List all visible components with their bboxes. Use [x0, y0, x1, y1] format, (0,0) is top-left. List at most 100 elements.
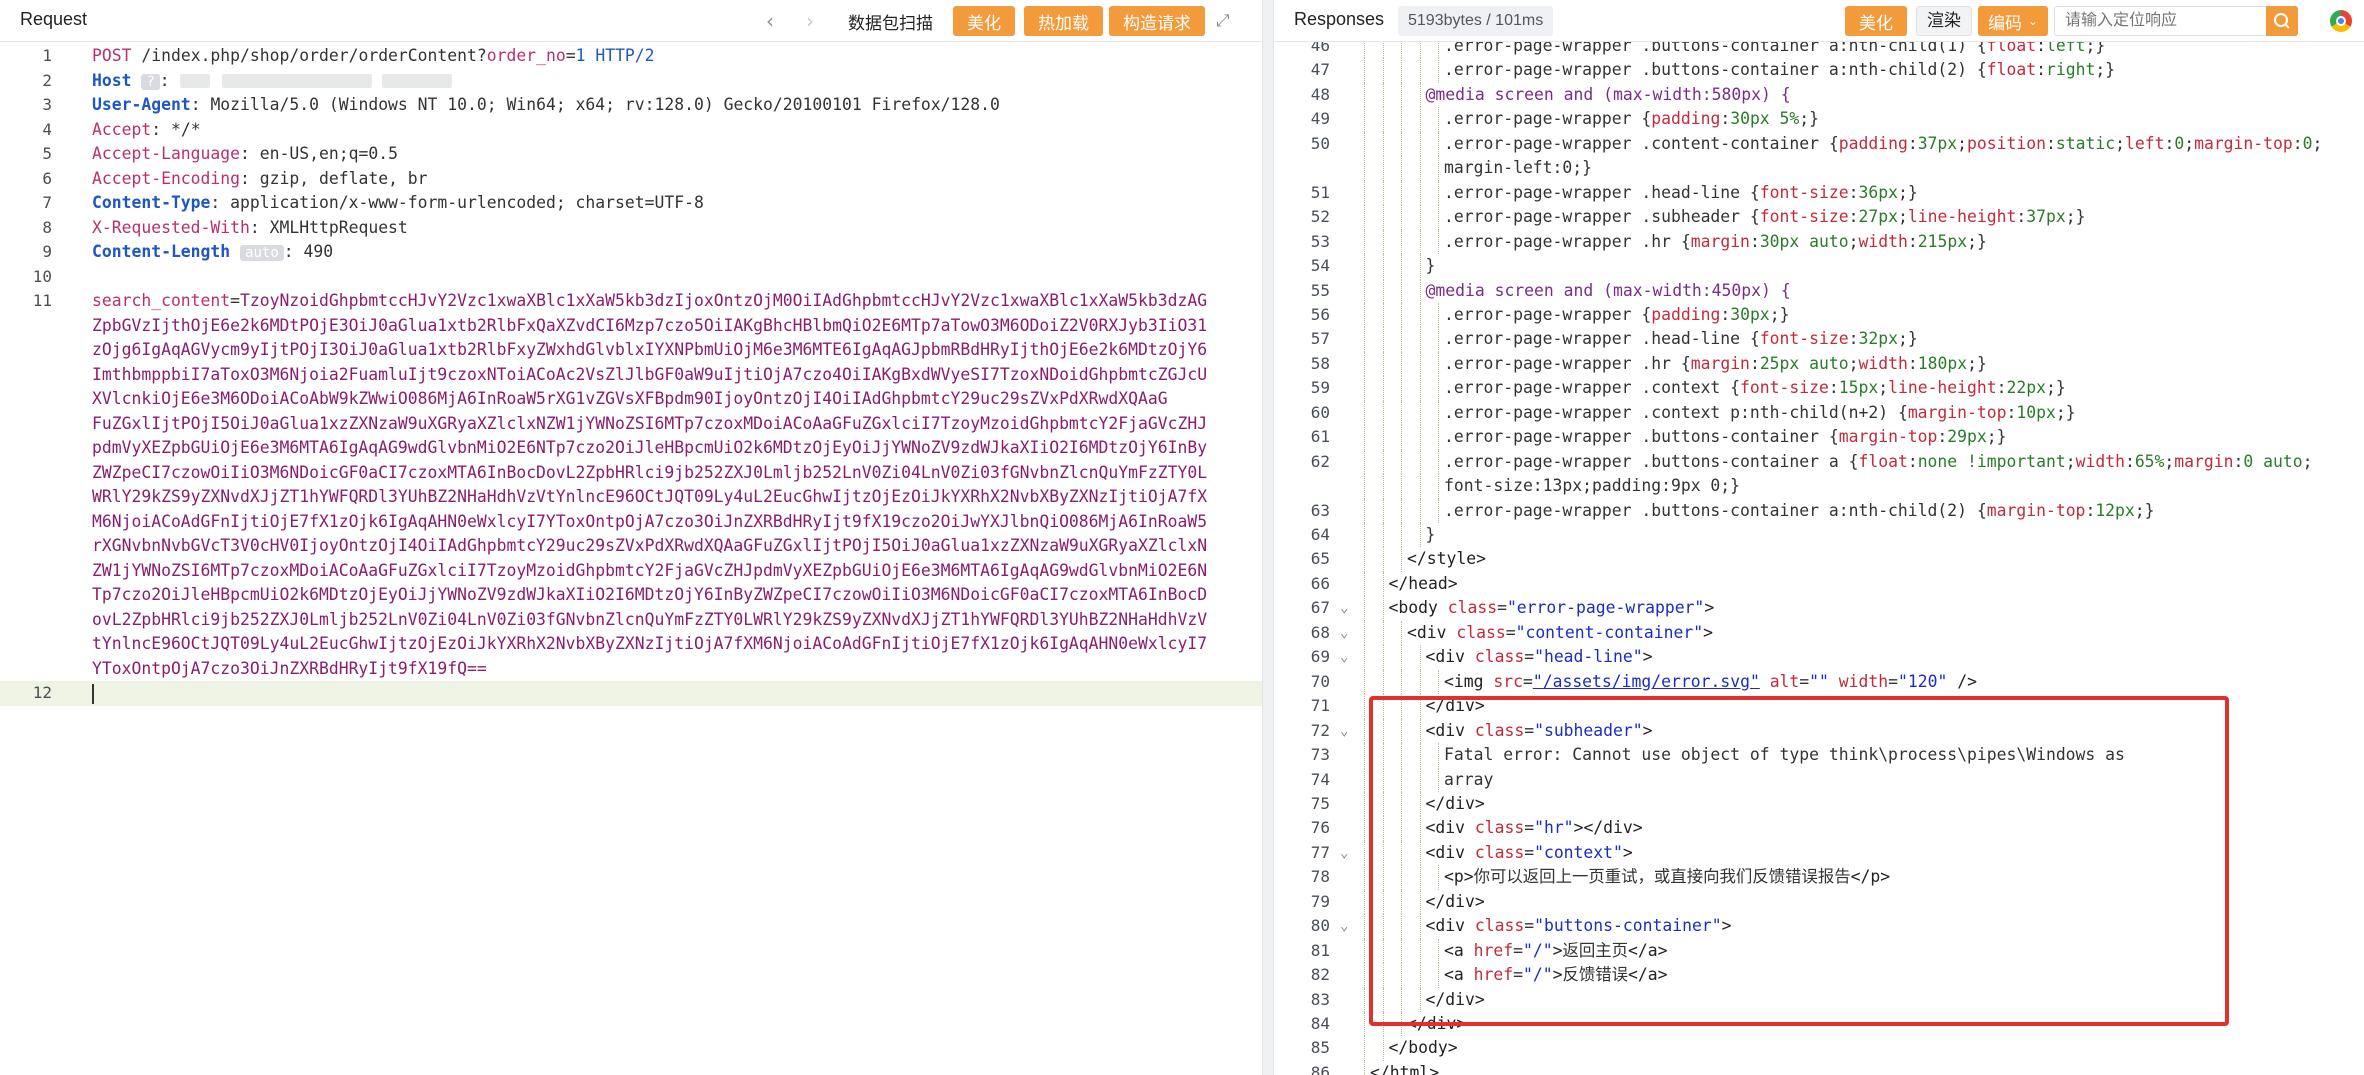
- request-editor[interactable]: 1 POST /index.php/shop/order/orderContent…: [0, 42, 1262, 1075]
- css-value: 0: [2174, 133, 2185, 153]
- body-param-value: tYnlncE96OCtJQT09Ly4uL2EucGhwIjtzOjEzOiJ…: [92, 634, 1208, 653]
- indent-guide: [1401, 58, 1402, 83]
- css-property: line-height: [1907, 207, 2017, 227]
- response-line: 51 .error-page-wrapper .head-line {font-s…: [1274, 180, 2364, 206]
- line-number: 9: [42, 242, 52, 261]
- indent-guide: [1364, 694, 1365, 719]
- css-value: 10px: [2016, 402, 2056, 422]
- response-toolbar: Responses 5193bytes / 101ms 美化 渲染 编码 ⌄: [1274, 0, 2364, 42]
- indent-guide: [1364, 229, 1365, 255]
- header-name: Host: [92, 70, 132, 90]
- html-tag-end: >: [1703, 622, 1713, 642]
- response-line: 54}: [1274, 254, 2364, 279]
- css-property: margin-top: [1838, 427, 1938, 447]
- render-button[interactable]: 渲染: [1916, 6, 1972, 36]
- request-line-wrap: XVlcnkiOjE6e3M6ODoiACoAbW9kZWwiO086MjA6I…: [0, 387, 1262, 412]
- css-declarations: {float:right;}: [1976, 60, 2116, 80]
- indent-guide: [1364, 1060, 1365, 1075]
- indent-guide: [1382, 523, 1384, 548]
- line-number: 66: [1310, 573, 1330, 593]
- response-line: 69 ⌄ <div class="head-line">: [1274, 645, 2364, 670]
- encode-dropdown[interactable]: 编码 ⌄: [1978, 6, 2049, 36]
- html-attr-value: "": [1809, 671, 1829, 691]
- indent-guide: [1419, 278, 1421, 303]
- indent-guide: [1438, 351, 1439, 377]
- line-code: .error-page-wrapper .head-line {font-siz…: [1444, 327, 1918, 352]
- indent-guide: [1364, 278, 1365, 303]
- line-number: 61: [1310, 427, 1330, 447]
- beautify-button[interactable]: 美化: [953, 6, 1015, 36]
- css-value: 30px 5%: [1730, 109, 1800, 129]
- response-editor[interactable]: 46 .error-page-wrapper .buttons-container…: [1274, 42, 2364, 1075]
- css-selector: .error-page-wrapper .buttons-container a…: [1444, 500, 1977, 520]
- indent-guide: [1382, 425, 1384, 450]
- response-beautify-button[interactable]: 美化: [1845, 6, 1907, 36]
- indent-guide: [1401, 376, 1402, 401]
- response-line: 56 .error-page-wrapper {padding:30px;}: [1274, 302, 2364, 328]
- css-value: 30px: [1730, 304, 1770, 324]
- line-number: 73: [1310, 745, 1330, 765]
- chrome-icon[interactable]: [2330, 10, 2352, 32]
- line-code: .error-page-wrapper .content-container {…: [1444, 132, 2322, 157]
- indent-guide: [1438, 302, 1439, 328]
- css-at-rule: @media screen and (max-width:450px) {: [1425, 280, 1791, 300]
- line-number: 79: [1310, 891, 1330, 911]
- hot-load-button[interactable]: 热加载: [1024, 6, 1103, 36]
- search-button[interactable]: [2266, 6, 2298, 36]
- css-value: 12px: [2095, 500, 2135, 520]
- indent-guide: [1382, 547, 1384, 572]
- request-line-wrap: zOjg6IgAqAGVycm9yIjtPOjI3OiJ0aGlua1xtb2R…: [0, 338, 1262, 363]
- indent-guide: [1438, 229, 1439, 255]
- text-content: [1446, 623, 1456, 642]
- css-selector: .error-page-wrapper .buttons-container a…: [1444, 42, 1977, 55]
- forward-arrow-icon[interactable]: ›: [806, 9, 814, 33]
- line-code: .error-page-wrapper {padding:30px 5%;}: [1444, 107, 1819, 132]
- indent-guide: [1364, 449, 1365, 475]
- indent-guide: [1382, 180, 1384, 206]
- line-number: 46: [1310, 42, 1330, 55]
- line-code: font-size:13px;padding:9px 0;}: [1444, 474, 1740, 499]
- indent-guide: [1364, 1012, 1365, 1037]
- indent-guide: [1382, 571, 1384, 597]
- header-name: Content-Type: [92, 193, 211, 212]
- text-content: [1438, 598, 1448, 617]
- css-property: width: [1858, 353, 1908, 373]
- response-line: margin-left:0;}: [1274, 156, 2364, 181]
- line-number: 81: [1310, 940, 1330, 960]
- indent-guide: [1419, 58, 1421, 83]
- css-selector: .error-page-wrapper .buttons-container a: [1444, 451, 1849, 471]
- line-code: .error-page-wrapper .head-line {font-siz…: [1444, 181, 1918, 206]
- css-selector: font-size:13px;padding:9px 0;}: [1444, 476, 1741, 496]
- expand-icon[interactable]: ⤢: [1216, 9, 1230, 33]
- line-code: .error-page-wrapper {padding:30px;}: [1444, 303, 1789, 328]
- indent-guide: [1364, 205, 1365, 230]
- request-line-wrap: M6NjoiACoAdGFnIjtiOjE7fX1zOjk6IgAqAHN0eW…: [0, 510, 1262, 535]
- indent-guide: [1364, 963, 1365, 988]
- css-selector: .error-page-wrapper .head-line: [1444, 329, 1750, 349]
- body-param-value: WRlY29kZS9yZXNvdXJjZT1hYWFQRDl3YUhBZ2NHa…: [92, 487, 1208, 506]
- pane-splitter[interactable]: [1262, 0, 1274, 1075]
- css-value: 27px: [1858, 207, 1898, 227]
- line-code: User-Agent: Mozilla/5.0 (Windows NT 10.0…: [92, 95, 1000, 114]
- line-code: @media screen and (max-width:450px) {: [1426, 279, 1791, 304]
- css-declarations: {font-size:15px;line-height:22px;}: [1730, 378, 2066, 398]
- packet-scan-button[interactable]: 数据包扫描: [848, 9, 933, 34]
- css-property: float: [1986, 60, 2037, 80]
- html-attr-name: class: [1456, 622, 1506, 642]
- html-tag: </head: [1388, 573, 1448, 593]
- html-tag: <div: [1425, 647, 1465, 667]
- locate-response-input[interactable]: [2054, 6, 2266, 36]
- indent-guide: [1382, 156, 1384, 181]
- line-code: Accept-Language: en-US,en;q=0.5: [92, 144, 398, 163]
- indent-guide: [1419, 474, 1421, 499]
- css-value: 22px: [2006, 378, 2047, 398]
- html-tag-end: >: [1447, 1038, 1458, 1058]
- css-property: margin: [1690, 353, 1750, 373]
- back-arrow-icon[interactable]: ‹: [766, 9, 774, 33]
- construct-request-button[interactable]: 构造请求: [1109, 6, 1205, 36]
- request-line-wrap: ovL2ZpbHRlci9jb252ZXJ0Lmljb252LnV0Zi04Ln…: [0, 608, 1262, 633]
- indent-guide: [1364, 547, 1365, 572]
- html-attr-value: "head-line": [1534, 647, 1643, 667]
- request-line: 10: [0, 265, 1262, 290]
- css-selector: .error-page-wrapper .subheader: [1444, 207, 1750, 227]
